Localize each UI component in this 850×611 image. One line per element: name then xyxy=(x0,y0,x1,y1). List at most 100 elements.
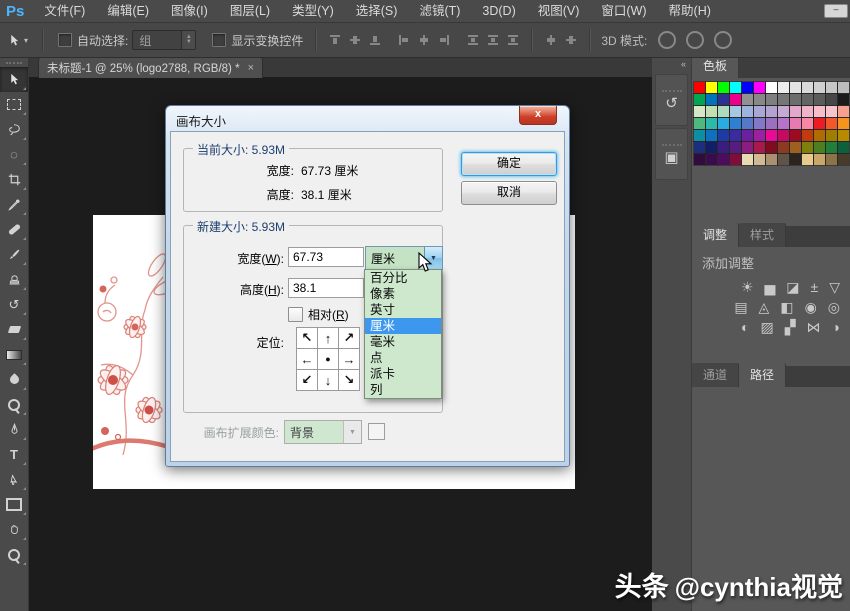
color-swatch[interactable] xyxy=(718,82,729,93)
color-swatch[interactable] xyxy=(742,118,753,129)
color-swatch[interactable] xyxy=(706,94,717,105)
black-white-icon[interactable]: ◧ xyxy=(780,300,793,314)
color-swatch[interactable] xyxy=(742,82,753,93)
color-swatch[interactable] xyxy=(802,154,813,165)
color-swatch[interactable] xyxy=(742,94,753,105)
photo-filter-icon[interactable]: ◉ xyxy=(805,300,817,314)
crop-tool[interactable] xyxy=(0,167,28,192)
color-swatch[interactable] xyxy=(826,130,837,141)
color-swatch[interactable] xyxy=(766,82,777,93)
color-swatch[interactable] xyxy=(742,154,753,165)
color-swatch[interactable] xyxy=(838,118,849,129)
align-vertical-centers-icon[interactable] xyxy=(348,33,362,47)
menu-item[interactable]: 滤镜(T) xyxy=(408,0,471,22)
color-swatch[interactable] xyxy=(730,82,741,93)
color-swatch[interactable] xyxy=(766,142,777,153)
window-minimize-button[interactable]: – xyxy=(824,4,848,18)
selective-color-icon[interactable]: ▞ xyxy=(785,320,796,334)
color-swatch[interactable] xyxy=(802,94,813,105)
rectangle-tool[interactable] xyxy=(0,492,28,517)
distribute-horizontal-icon[interactable] xyxy=(544,33,558,47)
color-swatch[interactable] xyxy=(706,118,717,129)
align-right-edges-icon[interactable] xyxy=(437,33,451,47)
color-swatch[interactable] xyxy=(754,142,765,153)
tab-paths[interactable]: 路径 xyxy=(739,363,786,387)
anchor-cell[interactable]: ↗ xyxy=(338,327,360,349)
menu-item[interactable]: 视图(V) xyxy=(527,0,591,22)
posterize-icon[interactable]: ⋈ xyxy=(807,320,821,334)
eraser-tool[interactable] xyxy=(0,317,28,342)
tool-preset-picker[interactable]: ▾ xyxy=(0,34,34,47)
color-swatch[interactable] xyxy=(718,154,729,165)
gradient-map-icon[interactable]: ▨ xyxy=(761,320,774,334)
color-balance-icon[interactable]: ▤ xyxy=(734,300,747,314)
color-swatch[interactable] xyxy=(778,154,789,165)
menu-item[interactable]: 类型(Y) xyxy=(281,0,345,22)
color-swatch[interactable] xyxy=(802,106,813,117)
color-swatch[interactable] xyxy=(706,106,717,117)
gradient-tool[interactable] xyxy=(0,342,28,367)
collapse-panels-icon[interactable]: « xyxy=(652,57,691,72)
color-swatch[interactable] xyxy=(718,142,729,153)
color-swatch[interactable] xyxy=(706,82,717,93)
color-swatch[interactable] xyxy=(802,142,813,153)
color-swatch[interactable] xyxy=(826,142,837,153)
color-swatch[interactable] xyxy=(766,94,777,105)
zoom-tool[interactable] xyxy=(0,542,28,567)
unit-option[interactable]: 厘米 xyxy=(365,318,441,334)
history-brush-tool[interactable]: ↺ xyxy=(0,292,28,317)
anchor-cell[interactable]: ↑ xyxy=(317,327,339,349)
color-swatch[interactable] xyxy=(838,82,849,93)
color-swatch[interactable] xyxy=(814,142,825,153)
3d-pan-icon[interactable] xyxy=(714,31,732,49)
anchor-cell[interactable]: ● xyxy=(317,348,339,370)
color-swatch[interactable] xyxy=(790,82,801,93)
color-swatch[interactable] xyxy=(838,154,849,165)
color-swatch[interactable] xyxy=(706,130,717,141)
color-swatch[interactable] xyxy=(790,154,801,165)
color-swatch[interactable] xyxy=(730,106,741,117)
distribute-vertical-centers-icon[interactable] xyxy=(486,33,500,47)
anchor-cell[interactable]: ↓ xyxy=(317,369,339,391)
color-swatch[interactable] xyxy=(790,142,801,153)
color-swatch[interactable] xyxy=(802,118,813,129)
distribute-bottom-edges-icon[interactable] xyxy=(506,33,520,47)
color-swatch[interactable] xyxy=(766,130,777,141)
color-swatch[interactable] xyxy=(778,106,789,117)
menu-item[interactable]: 文件(F) xyxy=(33,0,96,22)
color-swatch[interactable] xyxy=(742,106,753,117)
anchor-cell[interactable]: → xyxy=(338,348,360,370)
path-selection-tool[interactable] xyxy=(0,467,28,492)
color-swatch[interactable] xyxy=(742,130,753,141)
color-swatch[interactable] xyxy=(718,106,729,117)
channel-mixer-icon[interactable]: ◎ xyxy=(828,300,840,314)
color-swatch[interactable] xyxy=(754,94,765,105)
color-swatch[interactable] xyxy=(730,118,741,129)
curves-icon[interactable]: ◪ xyxy=(786,280,799,294)
canvas-extension-color-dropdown[interactable]: 背景 ▼ xyxy=(284,420,362,444)
distribute-top-edges-icon[interactable] xyxy=(466,33,480,47)
color-swatch[interactable] xyxy=(766,118,777,129)
3d-panel-button[interactable]: ▣ xyxy=(655,128,688,180)
color-swatch[interactable] xyxy=(814,106,825,117)
color-swatch[interactable] xyxy=(766,154,777,165)
color-swatch[interactable] xyxy=(754,106,765,117)
anchor-cell[interactable]: ↙ xyxy=(296,369,318,391)
exposure-icon[interactable]: ± xyxy=(811,280,819,294)
color-swatch[interactable] xyxy=(706,154,717,165)
color-swatch[interactable] xyxy=(778,130,789,141)
lasso-tool[interactable] xyxy=(0,117,28,142)
color-swatch[interactable] xyxy=(694,94,705,105)
color-swatch[interactable] xyxy=(814,154,825,165)
color-swatch[interactable] xyxy=(694,130,705,141)
color-swatch[interactable] xyxy=(838,106,849,117)
color-swatch[interactable] xyxy=(718,118,729,129)
unit-option[interactable]: 像素 xyxy=(365,286,441,302)
3d-roll-icon[interactable] xyxy=(686,31,704,49)
menu-item[interactable]: 图像(I) xyxy=(160,0,219,22)
brush-tool[interactable] xyxy=(0,242,28,267)
color-swatch[interactable] xyxy=(754,118,765,129)
levels-icon[interactable]: ▅ xyxy=(765,280,776,294)
color-swatch[interactable] xyxy=(826,94,837,105)
spot-healing-brush-tool[interactable] xyxy=(0,217,28,242)
